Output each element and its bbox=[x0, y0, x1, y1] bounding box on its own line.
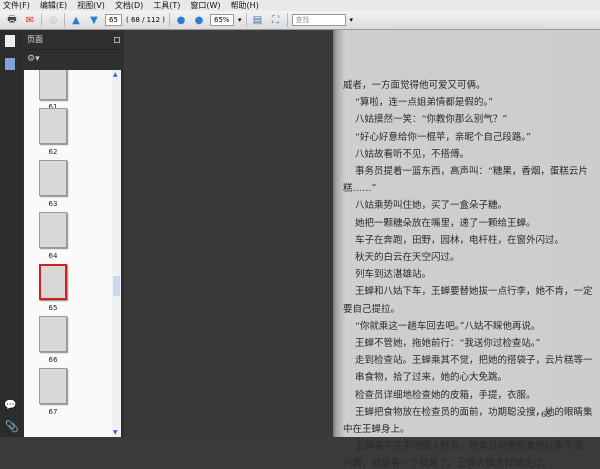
text-line: 要自己提拉。 bbox=[343, 303, 401, 315]
pages-panel: 页面 ⚙▾ ▲ ▼ 61 62 63 64 65 66 67 bbox=[23, 30, 124, 437]
thumbnail-label: 62 bbox=[48, 148, 58, 156]
menu-file[interactable]: 文件(F) bbox=[3, 0, 30, 11]
search-dropdown-icon[interactable]: ▾ bbox=[350, 16, 354, 24]
text-line: 走到检查站。王蝉乘其不觉，把她的搭袋子，云片糕等一 bbox=[355, 355, 593, 367]
panel-close-icon[interactable] bbox=[114, 37, 120, 43]
previous-page-icon[interactable]: ▲ bbox=[69, 13, 83, 27]
page-thumbnail[interactable] bbox=[39, 368, 67, 404]
zoom-dropdown-icon[interactable]: ▾ bbox=[238, 16, 242, 24]
page-thumbnail[interactable] bbox=[39, 316, 67, 352]
text-line: 她把一颗糖朵放在嘴里，递了一颗给王蝉。 bbox=[355, 217, 536, 229]
scroll-thumb[interactable] bbox=[113, 276, 120, 296]
share-icon[interactable]: ✉ bbox=[23, 13, 37, 27]
panel-title: 页面 bbox=[27, 35, 43, 44]
panel-header: 页面 bbox=[23, 30, 124, 50]
divider bbox=[41, 13, 42, 27]
zoom-in-icon[interactable]: ● bbox=[192, 13, 206, 27]
text-line: · 65 · bbox=[536, 410, 557, 419]
thumbnail-scrollbar[interactable]: ▲ ▼ bbox=[112, 70, 121, 437]
text-line: 八姑乘势叫住她，买了一盒朵子糖。 bbox=[355, 200, 508, 212]
page-count: ( 68 / 112 ) bbox=[126, 16, 165, 24]
text-line: 八姑故看听不见，不搭傅。 bbox=[355, 148, 470, 160]
text-line: 串食物，拾了过来，她的心大免跳。 bbox=[355, 372, 508, 384]
toolbar: 🖶 ✉ ◎ ▲ ▼ 65 ( 68 / 112 ) ● ● 65% ▾ ▤ ⛶ … bbox=[0, 11, 600, 30]
document-page: 威者，一方面觉得他可爱又可俩。 “算啦，连一点姐弟情都是假的。” 八姑摸然一笑：“你… bbox=[333, 30, 600, 469]
scroll-down-icon[interactable]: ▼ bbox=[113, 429, 118, 436]
print-icon[interactable]: 🖶 bbox=[5, 13, 19, 27]
menu-tools[interactable]: 工具(T) bbox=[153, 0, 180, 11]
page-thumbnail[interactable] bbox=[39, 212, 67, 248]
menu-view[interactable]: 视图(V) bbox=[77, 0, 105, 11]
text-line: 威者，一方面觉得他可爱又可俩。 bbox=[343, 80, 486, 91]
text-line: 列车到达湛雄站。 bbox=[355, 269, 432, 281]
text-line: “好心好意给你一棍苹，亲昵个自己段路。” bbox=[355, 131, 531, 143]
thumbnail-label: 65 bbox=[48, 304, 58, 312]
thumbnail-label: 64 bbox=[48, 252, 58, 260]
page-thumbnail[interactable] bbox=[39, 160, 67, 196]
navigation-strip: 💬 📎 bbox=[0, 30, 23, 437]
divider bbox=[169, 13, 170, 27]
attachments-icon[interactable]: 📎 bbox=[5, 420, 19, 433]
text-line: 王蝉把食物放在检查员的面前，功期聪没搜，她的眼睛集 bbox=[355, 406, 593, 418]
page-thumbnail[interactable] bbox=[39, 108, 67, 144]
text-line: 八姑摸然一笑：“你教你那么别气？” bbox=[355, 114, 508, 126]
page-number-input[interactable]: 65 bbox=[105, 14, 122, 26]
search-input[interactable]: 查找 bbox=[291, 14, 346, 26]
scroll-up-icon[interactable]: ▲ bbox=[113, 71, 118, 78]
text-line: “你就乘这一趟车回去吧。”八姑不睬他再说。 bbox=[355, 320, 541, 332]
comments-icon[interactable]: 💬 bbox=[4, 400, 16, 411]
sync-icon[interactable]: ◎ bbox=[46, 13, 60, 27]
zoom-input[interactable]: 65% bbox=[210, 14, 234, 26]
text-line: 兴趣，随便看一下就算了。王蝉大模大样地走过。 bbox=[343, 458, 553, 469]
text-line: 王蝉不管她，拖她前行：“我送你过检查站。” bbox=[355, 338, 541, 349]
thumbnail-label: 67 bbox=[48, 408, 58, 416]
divider bbox=[286, 13, 288, 27]
page-thumbnail[interactable] bbox=[39, 70, 67, 100]
thumbnail-label: 66 bbox=[48, 356, 58, 364]
page-thumbnail[interactable] bbox=[39, 264, 67, 300]
text-line: 检查员详细地检查她的皮箱，手提，衣服。 bbox=[355, 389, 536, 401]
menu-window[interactable]: 窗口(W) bbox=[190, 0, 220, 11]
menu-edit[interactable]: 编辑(E) bbox=[40, 0, 67, 11]
text-line: 王蝉和八姑下车，王蝉要替她拔一点行李，她不肯，一定 bbox=[355, 286, 593, 298]
text-line: 中在王蝉身上。 bbox=[343, 424, 410, 435]
zoom-out-icon[interactable]: ● bbox=[174, 13, 188, 27]
document-background bbox=[124, 30, 333, 437]
menu-bar: 文件(F) 编辑(E) 视图(V) 文档(D) 工具(T) 窗口(W) 帮助(H… bbox=[0, 0, 600, 11]
options-gear-icon[interactable]: ⚙▾ bbox=[23, 50, 124, 68]
next-page-icon[interactable]: ▼ bbox=[87, 13, 101, 27]
menu-document[interactable]: 文档(D) bbox=[115, 0, 143, 11]
text-line: “算啦，连一点姐弟情都是假的。” bbox=[355, 97, 493, 109]
divider bbox=[245, 13, 247, 27]
text-line: 事务员提着一篮东西，高声叫：“糖果，香烟，蛋糕云片 bbox=[355, 166, 588, 177]
thumbnail-list: ▲ ▼ 61 62 63 64 65 66 67 bbox=[24, 70, 121, 437]
text-line: 车子在奔跑，田野，园林，电杆柱，在窗外闪过。 bbox=[355, 234, 565, 246]
divider bbox=[64, 13, 65, 27]
fit-width-icon[interactable]: ▤ bbox=[251, 13, 265, 27]
menu-help[interactable]: 帮助(H) bbox=[231, 0, 259, 11]
thumbnail-label: 63 bbox=[48, 200, 58, 208]
text-line: 秋天的白云在天空闪过。 bbox=[355, 252, 460, 263]
text-line: 王蝉毫不在乎地跟人检查。检查员对那些食物好象不感 bbox=[355, 441, 584, 453]
pages-icon[interactable] bbox=[5, 35, 15, 47]
text-line: 糕……” bbox=[343, 183, 377, 195]
bookmarks-icon[interactable] bbox=[5, 58, 15, 70]
fit-page-icon[interactable]: ⛶ bbox=[269, 13, 283, 27]
